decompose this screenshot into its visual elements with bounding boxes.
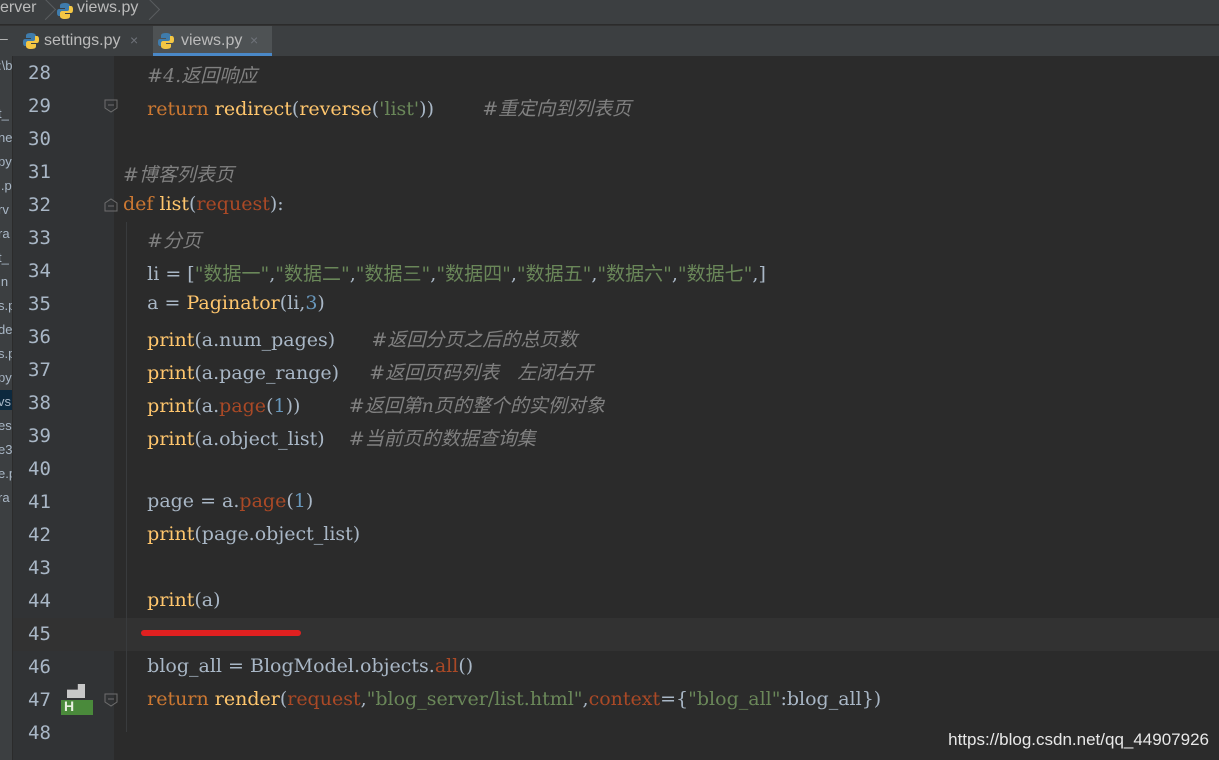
code-line-34[interactable]: li = ["数据一","数据二","数据三","数据四","数据五","数据六… (123, 259, 766, 286)
sidebar-item[interactable]: t_ (0, 106, 9, 121)
line-number: 42 (28, 524, 51, 546)
red-annotation-underline (141, 630, 301, 636)
sidebar-item[interactable]: e.p (0, 466, 12, 481)
line-number: 44 (28, 590, 51, 612)
code-text: a = Paginator(li,3) (123, 292, 325, 314)
close-icon[interactable]: × (250, 32, 258, 48)
tab-views[interactable]: views.py × (153, 26, 272, 56)
line-number: 39 (28, 425, 51, 447)
code-text: return render(request,"blog_server/list.… (147, 688, 882, 710)
python-file-icon (23, 33, 39, 49)
code-line-44[interactable]: print(a) (123, 589, 221, 611)
sidebar-item[interactable]: s.p (0, 346, 12, 361)
sidebar-item[interactable]: t_ (0, 250, 9, 265)
sidebar-item[interactable]: l.p (0, 178, 12, 193)
sidebar-item[interactable]: py (0, 154, 12, 169)
close-icon[interactable]: × (130, 32, 138, 48)
history-icon[interactable]: H (61, 684, 93, 716)
tab-overflow-icon[interactable]: – (0, 30, 10, 50)
code-line-29[interactable]: return redirect(reverse('list')) #重定向到列表… (123, 94, 631, 121)
code-text: print(a) (147, 589, 221, 611)
sidebar-item[interactable]: ne (0, 130, 12, 145)
sidebar-item[interactable]: py (0, 370, 12, 385)
line-number: 46 (28, 656, 51, 678)
code-line-28[interactable]: #4.返回响应 (123, 61, 257, 88)
tab-settings[interactable]: settings.py × (18, 26, 150, 56)
code-line-42[interactable]: print(page.object_list) (123, 523, 360, 545)
line-number: 35 (28, 293, 51, 315)
python-file-icon (57, 3, 73, 19)
code-text: #4.返回响应 (123, 65, 258, 87)
breadcrumb: erver views.py (0, 0, 1219, 24)
fold-marker-icon[interactable] (103, 692, 119, 708)
sidebar-item[interactable]: es (0, 418, 12, 433)
sidebar-item[interactable]: s.p (0, 298, 12, 313)
sidebar-item[interactable]: de (0, 322, 12, 337)
line-number: 28 (28, 62, 51, 84)
project-sidebar[interactable]: :\b t_ ne py l.p rv ra t_ in s.p de s.p … (0, 56, 13, 760)
breadcrumb-separator-icon (38, 0, 48, 24)
line-number: 31 (28, 161, 51, 183)
tab-label: settings.py (44, 32, 121, 49)
code-line-36[interactable]: print(a.num_pages) #返回分页之后的总页数 (123, 325, 577, 352)
code-line-39[interactable]: print(a.object_list) #当前页的数据查询集 (123, 424, 536, 451)
code-text: #博客列表页 (123, 164, 234, 186)
sidebar-item[interactable]: e3 (0, 442, 12, 457)
code-text: print(a.page(1)) #返回第n页的整个的实例对象 (147, 395, 605, 417)
code-text: li = ["数据一","数据二","数据三","数据四","数据五","数据六… (123, 263, 766, 285)
line-number: 48 (28, 722, 51, 744)
editor-tab-bar: – settings.py × views.py × (0, 25, 1219, 57)
code-line-32[interactable]: def list(request): (123, 193, 284, 215)
code-text: print(a.page_range) #返回页码列表 左闭右开 (147, 362, 594, 384)
line-number: 40 (28, 458, 51, 480)
sidebar-item[interactable]: ra (0, 490, 10, 505)
line-number: 41 (28, 491, 51, 513)
line-number: 33 (28, 227, 51, 249)
line-number: 38 (28, 392, 51, 414)
fold-marker-icon[interactable] (103, 98, 119, 114)
breadcrumb-separator-icon (142, 0, 152, 24)
code-text: page = a.page(1) (123, 490, 314, 512)
history-badge-label: H (64, 698, 75, 714)
line-number: 36 (28, 326, 51, 348)
line-number: 32 (28, 194, 51, 216)
line-number: 34 (28, 260, 51, 282)
sidebar-item[interactable]: ra (0, 226, 10, 241)
line-number: 29 (28, 95, 51, 117)
code-text: print(a.num_pages) #返回分页之后的总页数 (147, 329, 578, 351)
code-text: blog_all = BlogModel.objects.all() (123, 655, 474, 677)
line-number: 43 (28, 557, 51, 579)
tab-label: views.py (181, 32, 243, 49)
code-line-38[interactable]: print(a.page(1)) #返回第n页的整个的实例对象 (123, 391, 605, 418)
line-number: 37 (28, 359, 51, 381)
sidebar-item[interactable]: rv (0, 202, 9, 217)
watermark-url: https://blog.csdn.net/qq_44907926 (948, 730, 1209, 749)
code-line-33[interactable]: #分页 (123, 226, 201, 253)
code-text: def list(request): (123, 193, 284, 215)
python-file-icon (158, 33, 174, 49)
breadcrumb-item-folder[interactable]: erver (0, 0, 36, 17)
code-text: #分页 (123, 230, 202, 252)
line-number: 30 (28, 128, 51, 150)
sidebar-item[interactable]: vs. (0, 394, 12, 409)
code-line-37[interactable]: print(a.page_range) #返回页码列表 左闭右开 (123, 358, 593, 385)
code-line-35[interactable]: a = Paginator(li,3) (123, 292, 325, 314)
code-text: return redirect(reverse('list')) #重定向到列表… (147, 98, 632, 120)
code-line-31[interactable]: #博客列表页 (123, 160, 234, 187)
breadcrumb-item-file[interactable]: views.py (77, 0, 138, 17)
fold-marker-icon[interactable] (103, 197, 119, 213)
sidebar-item[interactable]: in (0, 274, 8, 289)
code-line-46[interactable]: blog_all = BlogModel.objects.all() (123, 655, 473, 677)
code-text: print(page.object_list) (147, 523, 361, 545)
code-text: print(a.object_list) #当前页的数据查询集 (147, 428, 536, 450)
code-line-41[interactable]: page = a.page(1) (123, 490, 313, 512)
line-number: 45 (28, 623, 51, 645)
sidebar-item[interactable]: :\b (0, 58, 12, 73)
code-line-47[interactable]: return render(request,"blog_server/list.… (123, 688, 881, 710)
